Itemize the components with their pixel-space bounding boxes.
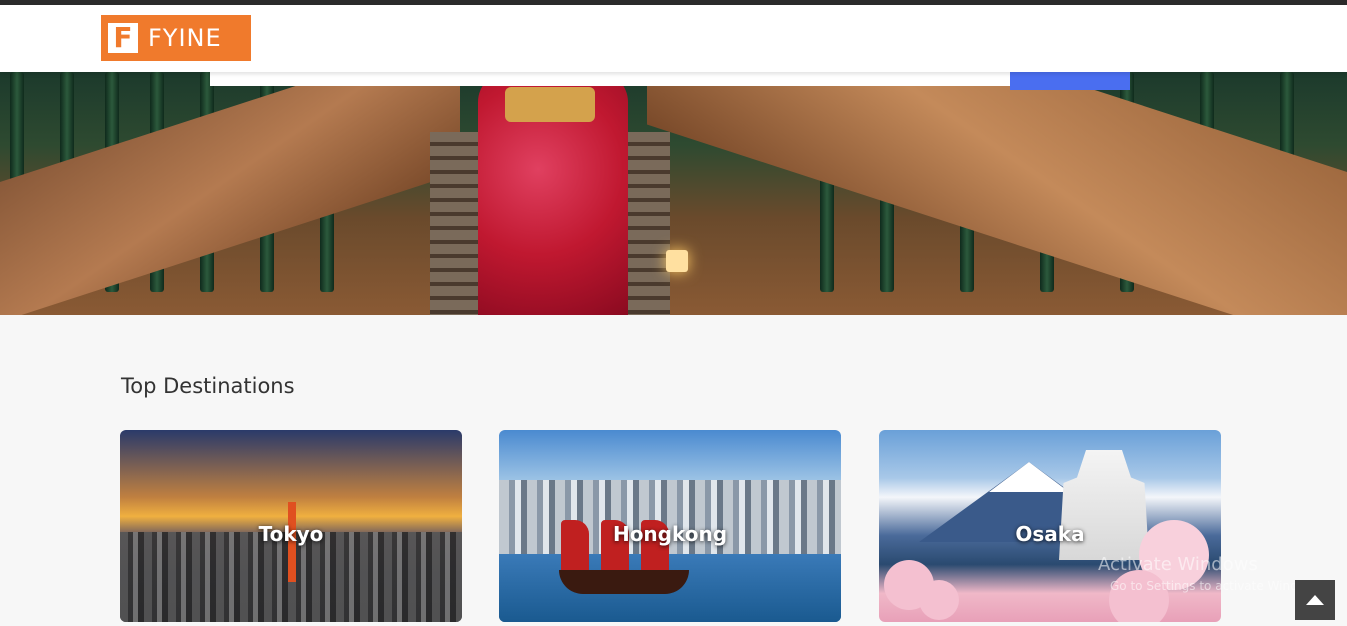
navbar: F FYINE <box>0 5 1347 72</box>
dry-grass-right <box>647 72 1347 315</box>
logo-letter: F <box>108 23 138 53</box>
lantern <box>666 250 688 272</box>
destination-card-tokyo[interactable]: Tokyo <box>120 430 462 622</box>
destination-card-hongkong[interactable]: Hongkong <box>499 430 841 622</box>
section-title: Top Destinations <box>121 374 295 398</box>
search-input[interactable] <box>210 72 1010 86</box>
cherry-blossom <box>919 580 959 620</box>
destination-card-osaka[interactable]: Osaka <box>879 430 1221 622</box>
cherry-blossom <box>1109 570 1169 622</box>
junk-boat <box>559 570 689 594</box>
windows-watermark-title: Activate Windows <box>1098 554 1258 575</box>
logo-text: FYINE <box>148 24 222 52</box>
chevron-up-icon <box>1306 595 1324 605</box>
destination-label: Osaka <box>1015 522 1085 546</box>
snow-cap <box>989 462 1069 492</box>
destination-label: Hongkong <box>612 522 728 546</box>
search-button[interactable] <box>1010 72 1130 90</box>
hero-banner <box>0 72 1347 315</box>
scroll-to-top-button[interactable] <box>1295 580 1335 620</box>
logo[interactable]: F FYINE <box>101 15 251 61</box>
destination-label: Tokyo <box>258 522 324 546</box>
windows-watermark-subtitle: Go to Settings to activate Windows. <box>1110 579 1325 593</box>
obi-belt <box>505 87 595 122</box>
